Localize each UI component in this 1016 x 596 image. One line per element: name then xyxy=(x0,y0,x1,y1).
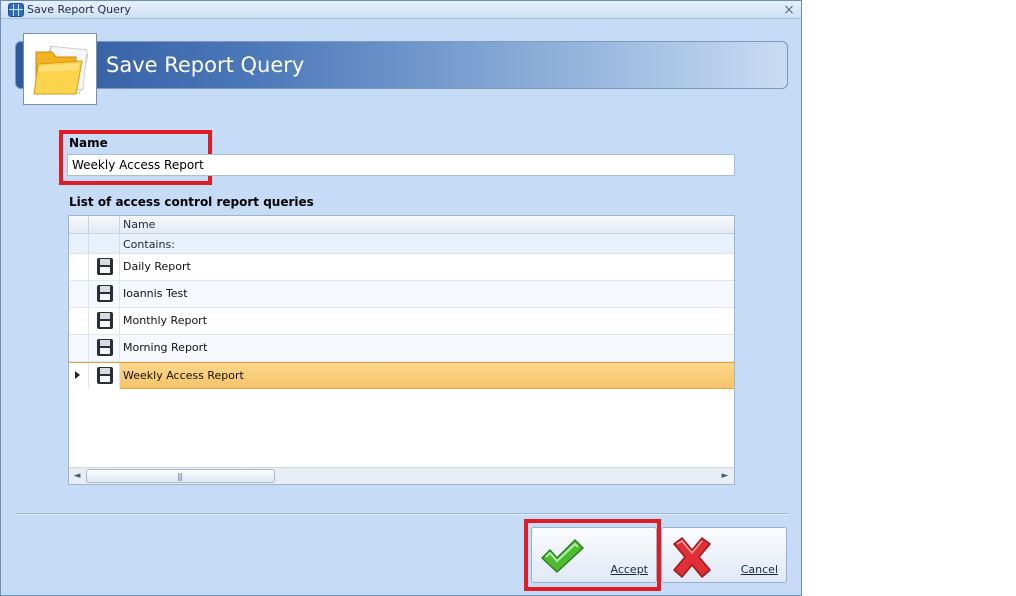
row-indicator xyxy=(69,363,89,389)
name-input[interactable] xyxy=(67,154,735,176)
footer-separator xyxy=(15,513,788,515)
row-indicator xyxy=(69,254,89,280)
save-disk-icon xyxy=(97,367,113,384)
row-label: Morning Report xyxy=(123,341,208,354)
header-banner: Save Report Query xyxy=(15,41,788,89)
title-bar[interactable]: Save Report Query × xyxy=(1,1,801,19)
accept-button[interactable]: Accept xyxy=(531,527,657,583)
app-grid-icon xyxy=(8,3,24,17)
cancel-label: Cancel xyxy=(740,563,778,576)
row-label: Monthly Report xyxy=(123,314,208,327)
scrollbar-thumb[interactable]: ||| xyxy=(86,469,275,483)
table-row[interactable]: Ioannis Test xyxy=(69,281,734,308)
save-disk-icon xyxy=(97,258,113,275)
filter-indicator-cell xyxy=(69,234,89,254)
row-indicator-header xyxy=(69,216,89,234)
save-report-query-dialog: Save Report Query × Save Report Query Na… xyxy=(0,0,802,596)
icon-cell xyxy=(89,281,120,307)
grid-header: Name xyxy=(69,216,734,234)
scroll-right-arrow-icon[interactable]: ► xyxy=(717,468,733,484)
row-indicator xyxy=(69,335,89,361)
close-button[interactable]: × xyxy=(781,1,797,19)
table-row[interactable]: Monthly Report xyxy=(69,308,734,335)
save-disk-icon xyxy=(97,312,113,329)
horizontal-scrollbar[interactable]: ◄ ||| ► xyxy=(69,467,734,484)
query-grid: Name Contains: Daily Report Ioannis Test… xyxy=(68,215,735,485)
current-row-arrow-icon xyxy=(75,371,80,379)
row-indicator xyxy=(69,308,89,334)
row-label: Weekly Access Report xyxy=(123,369,244,382)
icon-column-header xyxy=(89,216,120,234)
checkmark-icon xyxy=(541,539,584,573)
grip-icon: ||| xyxy=(177,472,183,481)
filter-icon-cell xyxy=(89,234,120,254)
icon-cell xyxy=(89,363,120,389)
folder-icon xyxy=(23,33,97,105)
row-label: Daily Report xyxy=(123,260,191,273)
table-row[interactable]: Daily Report xyxy=(69,254,734,281)
row-label: Ioannis Test xyxy=(123,287,188,300)
icon-cell xyxy=(89,335,120,361)
table-row[interactable]: Morning Report xyxy=(69,335,734,362)
header-title: Save Report Query xyxy=(106,53,305,77)
accept-label: Accept xyxy=(610,563,649,576)
window-title: Save Report Query xyxy=(27,3,131,16)
column-header-name[interactable]: Name xyxy=(123,218,155,231)
query-list-label: List of access control report queries xyxy=(69,195,314,209)
red-x-icon xyxy=(673,537,711,578)
filter-row[interactable]: Contains: xyxy=(69,234,734,254)
save-disk-icon xyxy=(97,339,113,356)
name-label: Name xyxy=(69,136,108,150)
filter-condition[interactable]: Contains: xyxy=(123,238,175,251)
row-indicator xyxy=(69,281,89,307)
table-row-selected[interactable]: Weekly Access Report xyxy=(69,362,734,389)
scroll-left-arrow-icon[interactable]: ◄ xyxy=(69,468,85,484)
icon-cell xyxy=(89,308,120,334)
save-disk-icon xyxy=(97,285,113,302)
icon-cell xyxy=(89,254,120,280)
cancel-button[interactable]: Cancel xyxy=(661,527,787,583)
